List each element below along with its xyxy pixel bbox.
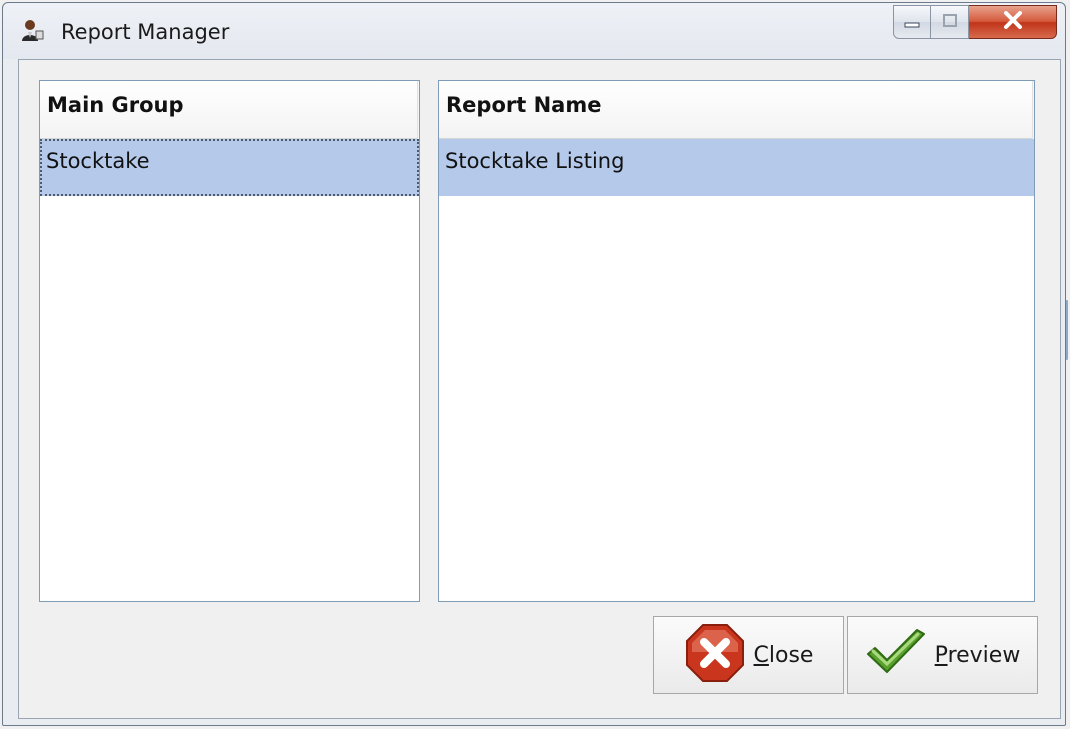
report-user-icon <box>19 17 45 43</box>
window-title: Report Manager <box>61 20 230 44</box>
close-button[interactable]: Close <box>653 616 844 694</box>
minimize-icon <box>904 13 920 32</box>
main-group-column-header[interactable]: Main Group <box>40 81 419 139</box>
preview-mnemonic: P <box>934 642 948 668</box>
window-close-button[interactable] <box>969 5 1057 39</box>
maximize-button[interactable] <box>931 5 969 39</box>
dialog-client-area: Main Group Stocktake Report Name Stockta… <box>18 59 1061 719</box>
column-divider <box>1032 81 1034 139</box>
close-label-rest: lose <box>768 642 814 668</box>
preview-button[interactable]: Preview <box>847 616 1038 694</box>
title-bar[interactable]: Report Manager <box>3 3 1065 57</box>
column-divider <box>417 81 419 139</box>
close-button-label: Close <box>754 643 814 668</box>
preview-label-rest: review <box>947 642 1021 668</box>
preview-button-label: Preview <box>935 643 1021 668</box>
close-mnemonic: C <box>753 642 769 668</box>
report-name-column-header[interactable]: Report Name <box>439 81 1034 139</box>
list-item[interactable]: Stocktake <box>40 139 419 196</box>
minimize-button[interactable] <box>893 5 931 39</box>
caption-buttons <box>893 5 1057 41</box>
red-x-stop-icon <box>684 622 746 688</box>
report-name-header-label: Report Name <box>446 93 602 117</box>
close-x-icon <box>1003 11 1023 33</box>
list-item[interactable]: Stocktake Listing <box>439 139 1034 196</box>
report-manager-window: Report Manager Main Group Stocktake Repo… <box>2 2 1066 726</box>
report-name-list[interactable]: Report Name Stocktake Listing <box>438 80 1035 602</box>
green-check-icon <box>865 628 927 682</box>
maximize-icon <box>942 13 958 32</box>
list-item-label: Stocktake <box>46 149 150 173</box>
main-group-header-label: Main Group <box>47 93 184 117</box>
main-group-list[interactable]: Main Group Stocktake <box>39 80 420 602</box>
list-item-label: Stocktake Listing <box>445 149 625 173</box>
